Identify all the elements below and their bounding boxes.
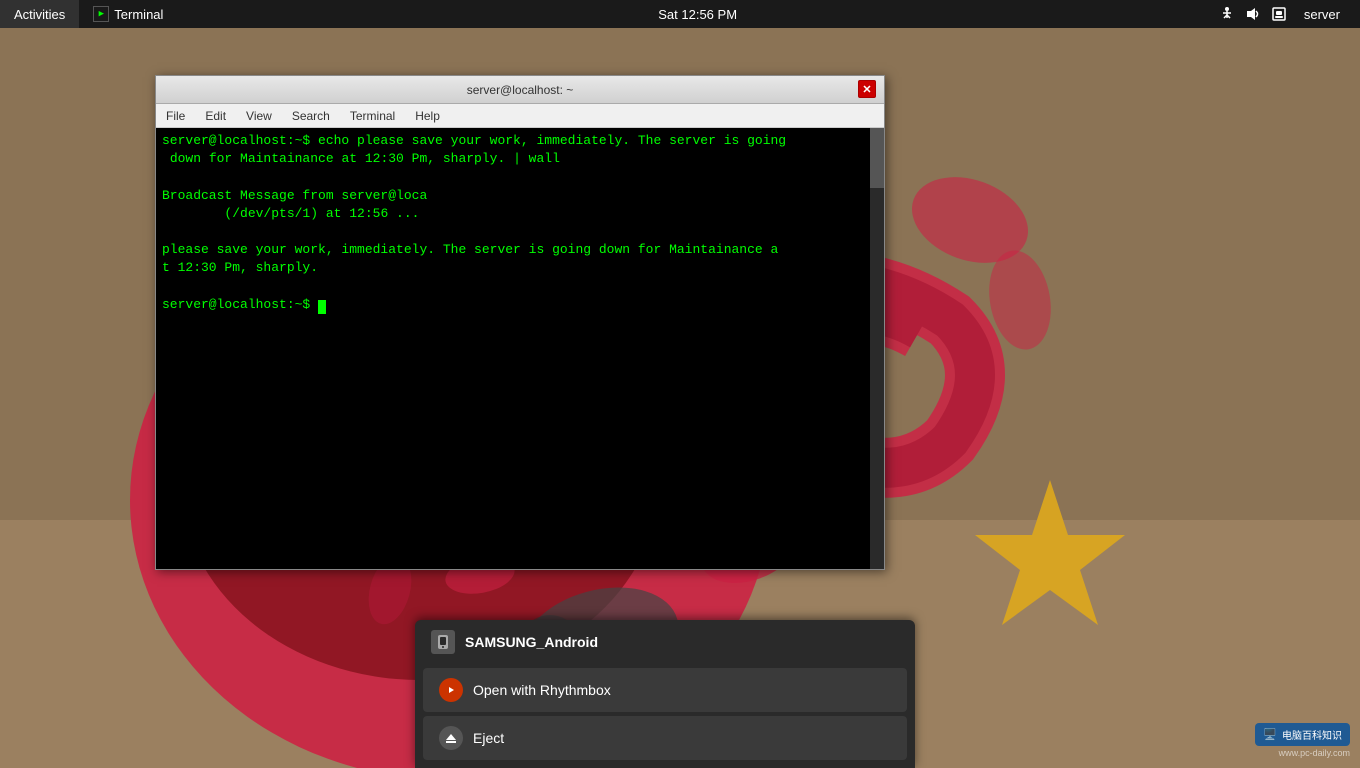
topbar-right: server — [1218, 0, 1360, 28]
terminal-line-4: Broadcast Message from server@loca — [162, 187, 878, 205]
terminal-line-3 — [162, 168, 878, 186]
server-name: server — [1304, 7, 1340, 22]
topbar-datetime: Sat 12:56 PM — [177, 7, 1217, 22]
terminal-line-2: down for Maintainance at 12:30 Pm, sharp… — [162, 150, 878, 168]
accessibility-icon[interactable] — [1218, 5, 1236, 23]
eject-button[interactable]: Eject — [423, 716, 907, 760]
menu-file[interactable]: File — [156, 104, 195, 128]
menu-search[interactable]: Search — [282, 104, 340, 128]
terminal-close-button[interactable]: ✕ — [858, 80, 876, 98]
terminal-app-label: Terminal — [114, 7, 163, 22]
server-label[interactable]: server — [1296, 0, 1348, 28]
samsung-popup-header: SAMSUNG_Android — [415, 620, 915, 664]
menu-edit[interactable]: Edit — [195, 104, 236, 128]
menu-terminal[interactable]: Terminal — [340, 104, 405, 128]
watermark-icon: 🖥️ — [1263, 728, 1277, 741]
terminal-cursor — [318, 300, 326, 314]
terminal-scrollbar[interactable] — [870, 128, 884, 569]
terminal-line-8: t 12:30 Pm, sharply. — [162, 259, 878, 277]
volume-icon[interactable] — [1244, 5, 1262, 23]
topbar: Activities ▶ Terminal Sat 12:56 PM — [0, 0, 1360, 28]
terminal-app-button[interactable]: ▶ Terminal — [79, 0, 177, 28]
terminal-line-7: please save your work, immediately. The … — [162, 241, 878, 259]
terminal-icon: ▶ — [93, 6, 109, 22]
watermark: 🖥️ 电脑百科知识 www.pc-daily.com — [1255, 723, 1350, 758]
user-icon[interactable] — [1270, 5, 1288, 23]
samsung-popup-title: SAMSUNG_Android — [465, 634, 598, 650]
terminal-scrollbar-thumb[interactable] — [870, 128, 884, 188]
terminal-titlebar: server@localhost: ~ ✕ — [156, 76, 884, 104]
open-rhythmbox-button[interactable]: Open with Rhythmbox — [423, 668, 907, 712]
menu-view[interactable]: View — [236, 104, 282, 128]
terminal-line-1: server@localhost:~$ echo please save you… — [162, 132, 878, 150]
terminal-line-10: server@localhost:~$ — [162, 296, 878, 314]
samsung-android-popup: SAMSUNG_Android Open with Rhythmbox Ejec… — [415, 620, 915, 768]
terminal-window: server@localhost: ~ ✕ File Edit View Sea… — [155, 75, 885, 570]
activities-button[interactable]: Activities — [0, 0, 79, 28]
terminal-line-5: (/dev/pts/1) at 12:56 ... — [162, 205, 878, 223]
terminal-line-6 — [162, 223, 878, 241]
terminal-menubar: File Edit View Search Terminal Help — [156, 104, 884, 128]
terminal-content[interactable]: server@localhost:~$ echo please save you… — [156, 128, 884, 569]
terminal-title: server@localhost: ~ — [467, 83, 574, 97]
eject-icon — [439, 726, 463, 750]
menu-help[interactable]: Help — [405, 104, 450, 128]
eject-button-label: Eject — [473, 730, 504, 746]
rhythmbox-button-label: Open with Rhythmbox — [473, 682, 611, 698]
terminal-line-9 — [162, 278, 878, 296]
datetime-label: Sat 12:56 PM — [658, 7, 737, 22]
rhythmbox-icon — [439, 678, 463, 702]
topbar-left: Activities ▶ Terminal — [0, 0, 177, 28]
samsung-device-icon — [431, 630, 455, 654]
watermark-url: www.pc-daily.com — [1255, 748, 1350, 758]
watermark-text: 电脑百科知识 — [1282, 727, 1342, 742]
